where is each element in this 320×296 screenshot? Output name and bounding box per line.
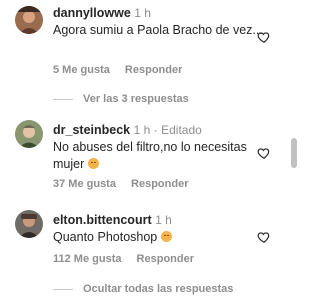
likes-count[interactable]: 37 Me gusta: [53, 178, 116, 190]
reply-button[interactable]: Responder: [125, 64, 182, 76]
divider-line: [53, 98, 73, 100]
heart-outline-icon[interactable]: [257, 146, 271, 160]
comment-meta: 5 Me gusta Responder: [53, 64, 182, 76]
heart-outline-icon[interactable]: [257, 30, 271, 44]
reply-button[interactable]: Responder: [137, 253, 194, 265]
edited-label: · Editado: [153, 123, 202, 137]
view-replies-button[interactable]: Ver las 3 respuestas: [53, 93, 189, 105]
comment-time[interactable]: 1 h: [134, 6, 151, 20]
reply-button[interactable]: Responder: [131, 178, 188, 190]
comment-meta: 37 Me gusta Responder: [53, 178, 189, 190]
username[interactable]: elton.bittencourt: [53, 213, 152, 227]
avatar-image: [15, 120, 43, 148]
likes-count[interactable]: 112 Me gusta: [53, 253, 121, 265]
neutral-face-emoji-icon: [87, 158, 99, 169]
avatar[interactable]: [15, 210, 43, 238]
scrollbar-thumb[interactable]: [291, 138, 297, 168]
comment-text-content: Quanto Photoshop: [53, 230, 158, 244]
heart-outline-icon[interactable]: [257, 230, 271, 244]
comment-text: No abuses del filtro,no lo necesitas muj…: [53, 139, 263, 173]
hide-replies-label: Ocultar todas las respuestas: [83, 283, 234, 295]
likes-count[interactable]: 5 Me gusta: [53, 64, 110, 76]
avatar[interactable]: [15, 6, 43, 34]
comment-time[interactable]: 1 h: [134, 123, 151, 137]
avatar[interactable]: [15, 120, 43, 148]
divider-line: [53, 288, 73, 290]
comment-text-content: No abuses del filtro,no lo necesitas muj…: [53, 140, 247, 171]
comment-meta: 112 Me gusta Responder: [53, 253, 194, 265]
view-replies-label: Ver las 3 respuestas: [83, 93, 189, 105]
avatar-image: [15, 6, 43, 34]
username[interactable]: dr_steinbeck: [53, 123, 130, 137]
comment-text: Agora sumiu a Paola Bracho de vez...: [53, 23, 263, 37]
comment-time[interactable]: 1 h: [155, 213, 172, 227]
neutral-face-emoji-icon: [160, 231, 172, 242]
comment-text: Quanto Photoshop: [53, 229, 263, 246]
hide-replies-button[interactable]: Ocultar todas las respuestas: [53, 283, 233, 295]
avatar-image: [15, 210, 43, 238]
username[interactable]: dannyllowwe: [53, 6, 131, 20]
